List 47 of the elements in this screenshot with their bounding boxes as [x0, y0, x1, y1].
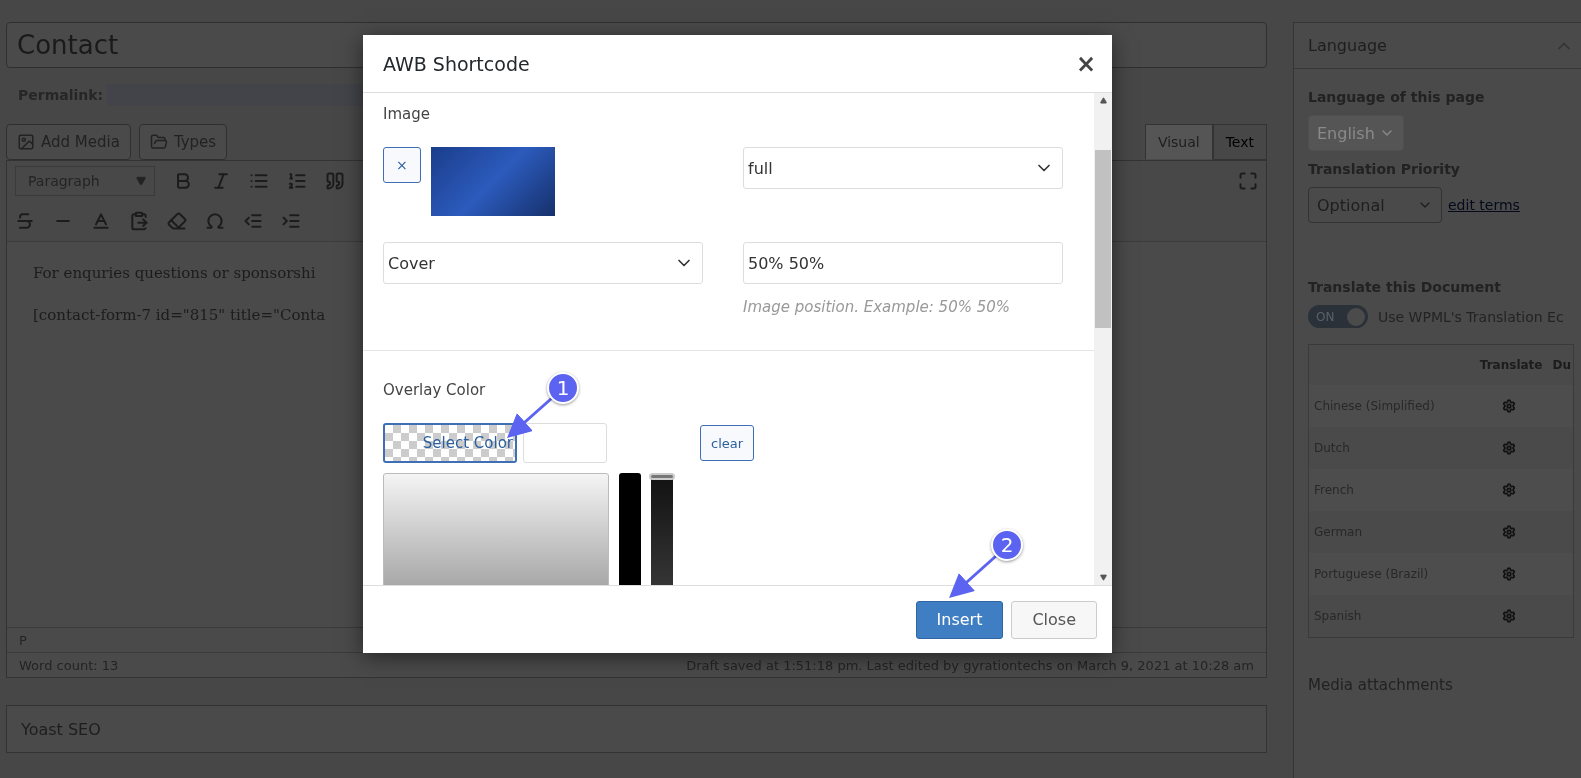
- field-hint: Image position. Example: 50% 50%: [743, 298, 1012, 316]
- insert-button[interactable]: Insert: [915, 600, 1004, 639]
- gear-icon[interactable]: [1502, 609, 1516, 623]
- gear-icon[interactable]: [1502, 567, 1516, 581]
- outdent-icon[interactable]: [243, 211, 263, 231]
- folder-icon: [149, 133, 168, 151]
- italic-icon[interactable]: [211, 171, 231, 191]
- gear-icon[interactable]: [1502, 441, 1516, 455]
- strikethrough-icon[interactable]: [15, 211, 35, 231]
- opacity-slider[interactable]: [651, 473, 673, 585]
- slider-handle[interactable]: [649, 473, 675, 480]
- hex-field[interactable]: [523, 423, 607, 463]
- edit-terms-link[interactable]: edit terms: [1448, 197, 1520, 213]
- close-button[interactable]: ×: [1071, 49, 1100, 78]
- omega-icon[interactable]: [205, 211, 225, 231]
- section-label: Overlay Color: [383, 381, 486, 399]
- remove-image-button[interactable]: ×: [383, 147, 421, 183]
- dialog-title: AWB Shortcode: [383, 52, 530, 75]
- fit-select[interactable]: Cover: [383, 242, 703, 284]
- scroll-up-icon[interactable]: [1099, 97, 1107, 104]
- size-select[interactable]: full: [743, 147, 1063, 189]
- image-icon: [17, 133, 35, 151]
- numbered-list-icon[interactable]: [287, 171, 307, 191]
- indent-icon[interactable]: [281, 211, 301, 231]
- color-square[interactable]: [383, 473, 609, 585]
- section-label: Image: [383, 105, 430, 123]
- close-dialog-button[interactable]: Close: [1011, 600, 1097, 639]
- editor-tab[interactable]: Visual: [1144, 124, 1213, 160]
- eraser-icon[interactable]: [167, 211, 187, 231]
- annotation-arrow: [507, 396, 553, 438]
- annotation-arrow: [949, 554, 997, 598]
- scrollbar[interactable]: [1094, 93, 1112, 585]
- hue-strip[interactable]: [619, 473, 641, 585]
- clear-button[interactable]: clear: [700, 425, 755, 461]
- gear-icon[interactable]: [1502, 525, 1516, 539]
- select-color-button[interactable]: Select Color: [383, 423, 517, 463]
- text-color-icon[interactable]: [91, 211, 111, 231]
- bullet-list-icon[interactable]: [249, 171, 269, 191]
- position-field[interactable]: 50% 50%: [743, 242, 1063, 284]
- paste-text-icon[interactable]: [129, 211, 149, 231]
- fullscreen-icon[interactable]: [1238, 171, 1258, 191]
- caret-icon: [136, 176, 146, 186]
- gear-icon[interactable]: [1502, 399, 1516, 413]
- quote-icon[interactable]: [325, 171, 345, 191]
- gear-icon[interactable]: [1502, 483, 1516, 497]
- scroll-down-icon[interactable]: [1099, 574, 1107, 581]
- editor-tab[interactable]: Text: [1212, 124, 1267, 160]
